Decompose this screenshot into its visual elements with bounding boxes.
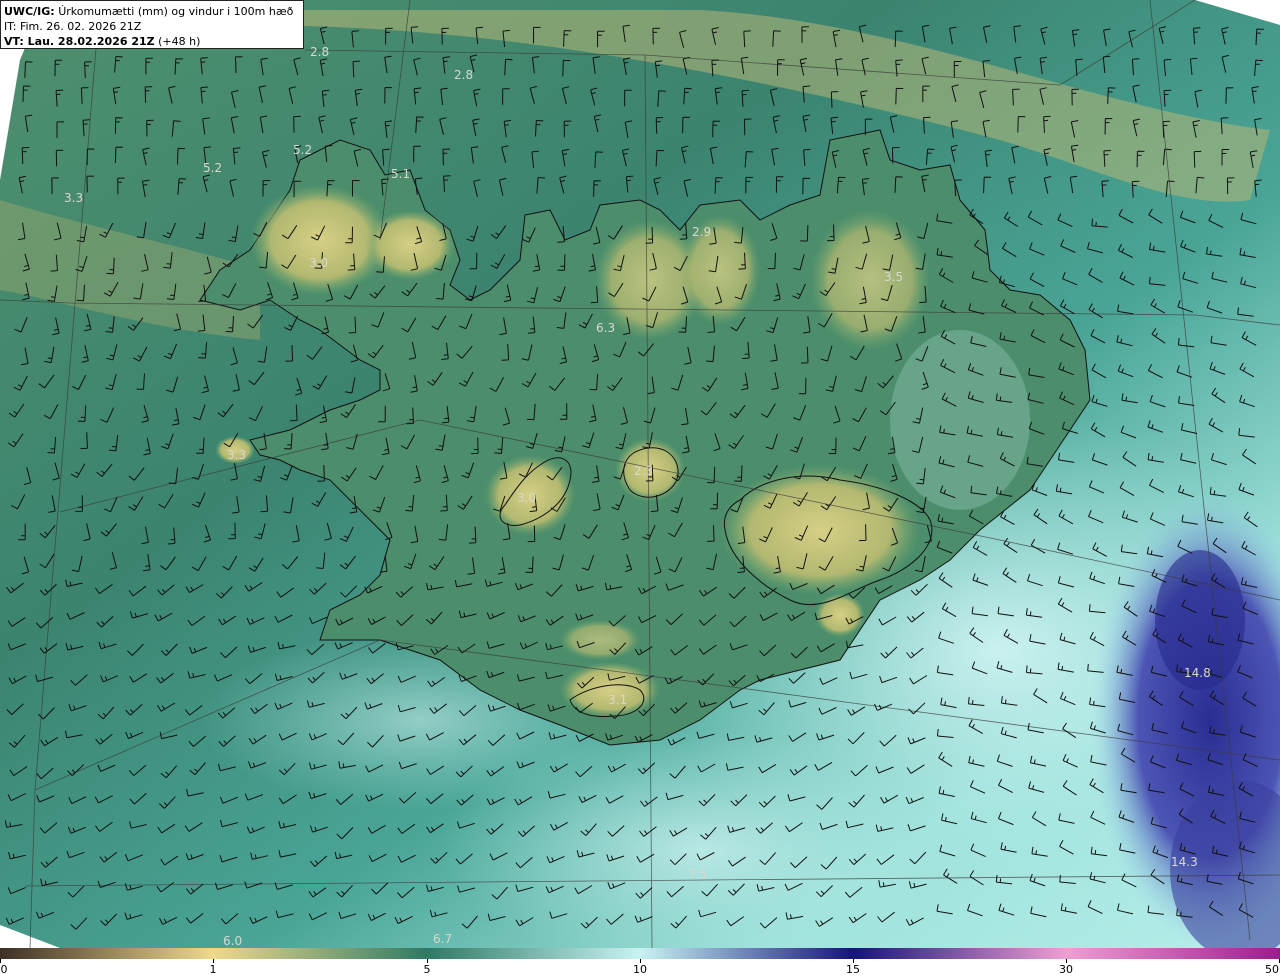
colorbar-tick-label: 30 [1059,963,1073,976]
value-label: 2.9 [692,225,711,239]
value-label: 2.3 [634,464,653,478]
colorbar-tick-label: 0 [0,963,8,976]
colorbar-segment [640,948,853,959]
colorbar-strip [0,948,1280,959]
colorbar-tick [640,959,641,963]
value-label: 2.8 [454,68,473,82]
colorbar-tick [213,959,214,963]
colorbar-segment [213,948,427,959]
value-label: 5.1 [391,167,410,181]
value-label: 3.3 [227,448,246,462]
colorbar-tick-label: 10 [633,963,647,976]
value-label: 3.5 [884,270,903,284]
colorbar: 0 1 5 10 15 30 50 [0,948,1280,978]
colorbar-tick [1066,959,1067,963]
value-label: 3.0 [309,256,328,270]
value-label: 6.0 [223,934,242,948]
value-label: 3.1 [608,693,627,707]
value-label: 7.5 [688,867,707,881]
colorbar-segment [853,948,1066,959]
valid-time: VT: Lau. 28.02.2026 21Z [4,35,155,48]
colorbar-tick-label: 1 [209,963,217,976]
lead-time: (+48 h) [158,35,201,48]
colorbar-tick-label: 50 [1265,963,1279,976]
field-description: Úrkomumætti (mm) og vindur i 100m hæð [58,5,294,18]
colorbar-tick-label: 15 [846,963,860,976]
value-label: 14.8 [1184,666,1211,680]
colorbar-tick [427,959,428,963]
colorbar-segment [1066,948,1280,959]
precipitation-map: 2.8 2.8 5.2 5.2 5.1 3.3 3.0 2.9 3.5 6.3 … [0,0,1280,948]
value-label: 14.3 [1171,855,1198,869]
value-label: 5.2 [203,161,222,175]
forecast-info-box: UWC/IG: Úrkomumætti (mm) og vindur i 100… [0,0,304,49]
product-label: UWC/IG: [4,5,55,18]
value-label: 3.0 [517,491,536,505]
colorbar-tick [0,959,1,963]
colorbar-tick-label: 5 [423,963,431,976]
value-label: 3.3 [64,191,83,205]
value-label: 5.2 [293,143,312,157]
colorbar-segment [427,948,640,959]
value-label: 2.8 [310,45,329,59]
colorbar-tick [853,959,854,963]
colorbar-segment [0,948,213,959]
value-label: 6.3 [596,321,615,335]
value-label: 6.7 [433,932,452,946]
init-time: IT: Fim. 26. 02. 2026 21Z [4,20,142,33]
